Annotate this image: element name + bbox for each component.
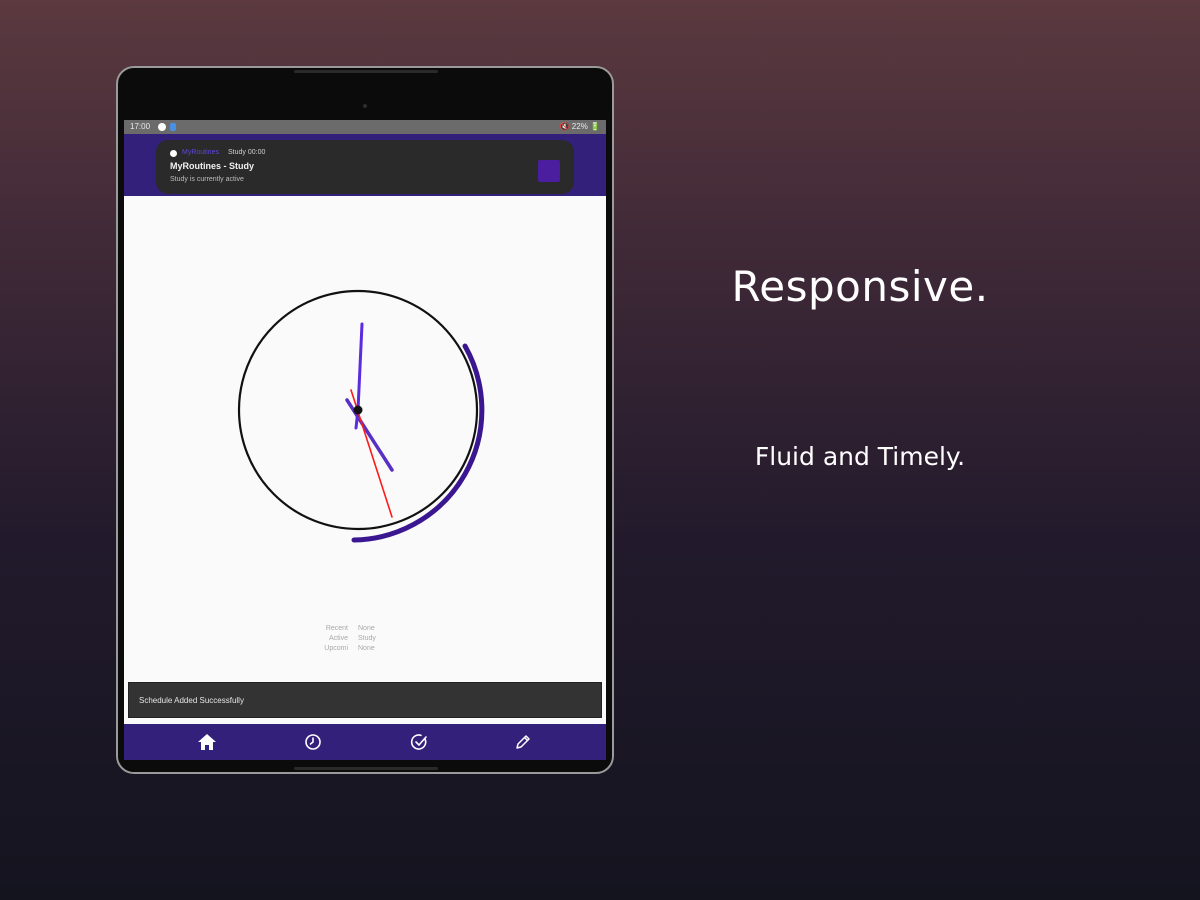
nav-tasks[interactable]	[406, 730, 432, 754]
info-label: Active	[328, 635, 348, 642]
snackbar: Schedule Added Successfully	[128, 682, 602, 718]
notification-app-icon	[170, 150, 177, 157]
edit-icon	[516, 735, 530, 749]
notification-title: MyRoutines - Study	[170, 161, 255, 171]
clock-svg	[237, 289, 485, 543]
notification-large-icon	[538, 160, 560, 182]
status-bar: 17:00 🔇 22% 🔋	[124, 120, 606, 134]
device-top-edge	[294, 70, 438, 73]
info-row-upcoming: Upcomi None	[314, 645, 424, 655]
notification-app-name: MyRoutines	[182, 149, 219, 156]
snackbar-message: Schedule Added Successfully	[139, 696, 244, 705]
info-label: Upcomi	[324, 645, 348, 652]
clock-icon	[305, 734, 321, 750]
front-camera	[363, 104, 367, 108]
analog-clock	[234, 280, 504, 550]
status-system-indicators: 🔇 22% 🔋	[559, 122, 600, 131]
marketing-subhead: Fluid and Timely.	[754, 442, 966, 471]
info-value: None	[358, 645, 375, 652]
status-notification-icon	[158, 123, 166, 131]
nav-home[interactable]	[194, 730, 220, 754]
app-header-band: MyRoutines Study 00:00 MyRoutines - Stud…	[124, 134, 606, 196]
notification-body: Study is currently active	[170, 176, 244, 183]
device-bottom-edge	[294, 767, 438, 770]
app-screen: 17:00 🔇 22% 🔋 MyRoutines Study 00:00 MyR…	[124, 120, 606, 760]
tablet-device-frame: 17:00 🔇 22% 🔋 MyRoutines Study 00:00 MyR…	[116, 66, 614, 774]
info-value: None	[358, 625, 375, 632]
bottom-navigation	[124, 724, 606, 760]
routine-info: Recent None Active Study Upcomi None	[314, 625, 424, 655]
nav-schedule[interactable]	[300, 730, 326, 754]
notification-meta: Study 00:00	[228, 149, 266, 156]
info-label: Recent	[325, 625, 348, 632]
status-app-icon	[170, 123, 176, 131]
info-row-active: Active Study	[314, 635, 424, 645]
clock-center-pin	[353, 405, 363, 415]
info-value: Study	[358, 635, 376, 642]
nav-edit[interactable]	[510, 730, 536, 754]
home-icon	[198, 734, 216, 750]
check-icon	[410, 734, 427, 750]
marketing-headline: Responsive.	[731, 262, 989, 311]
notification-card[interactable]: MyRoutines Study 00:00 MyRoutines - Stud…	[156, 140, 574, 194]
minute-hand	[356, 322, 364, 412]
status-time: 17:00	[130, 122, 151, 131]
info-row-recent: Recent None	[314, 625, 424, 635]
